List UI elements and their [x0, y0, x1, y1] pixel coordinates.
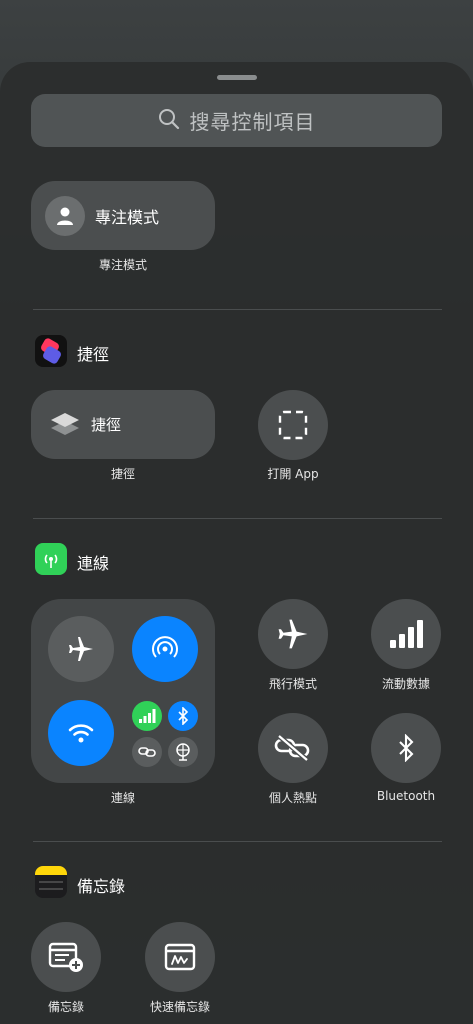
vpn-toggle-small[interactable]: [168, 737, 198, 767]
bluetooth-toggle-small[interactable]: [168, 701, 198, 731]
search-placeholder: 搜尋控制項目: [189, 110, 316, 134]
hotspot-link-icon: [274, 734, 310, 762]
wifi-icon: [68, 724, 94, 743]
airplane-mode-button[interactable]: [258, 599, 328, 669]
focus-tile-label: 專注模式: [95, 207, 160, 227]
shortcuts-section-title: 捷徑: [77, 345, 110, 364]
connectivity-caption: 連線: [110, 791, 136, 805]
airplane-icon: [278, 619, 308, 649]
airplane-mode-caption: 飛行模式: [268, 677, 318, 691]
cellular-toggle-small[interactable]: [132, 701, 162, 731]
open-app-caption: 打開 App: [267, 467, 319, 481]
cellular-data-caption: 流動數據: [381, 677, 431, 691]
focus-mode-tile[interactable]: 專注模式: [31, 181, 215, 250]
shortcut-tile[interactable]: 捷徑: [31, 390, 215, 459]
open-app-icon: [278, 410, 308, 440]
shortcuts-layers-icon: [47, 407, 83, 443]
note-add-icon: [48, 942, 83, 972]
airplane-icon: [69, 637, 93, 661]
connectivity-app-icon: [35, 543, 67, 575]
divider: [33, 309, 442, 310]
cellular-signal-icon: [139, 709, 156, 723]
shortcut-caption: 捷徑: [110, 467, 136, 481]
personal-hotspot-caption: 個人熱點: [268, 791, 318, 805]
connectivity-section-title: 連線: [77, 554, 110, 573]
globe-icon: [176, 743, 190, 761]
link-icon: [138, 747, 156, 757]
person-icon: [45, 195, 85, 236]
hotspot-toggle-small[interactable]: [132, 737, 162, 767]
bluetooth-icon: [178, 707, 189, 725]
cellular-signal-icon: [390, 620, 423, 648]
airplane-toggle-small[interactable]: [48, 616, 114, 682]
shortcut-tile-label: 捷徑: [91, 416, 122, 434]
sheet-grabber[interactable]: [217, 75, 257, 80]
notes-section-title: 備忘錄: [77, 877, 126, 896]
quick-note-button[interactable]: [145, 922, 215, 992]
bluetooth-button[interactable]: [371, 713, 441, 783]
airdrop-icon: [152, 636, 178, 658]
divider: [33, 841, 442, 842]
new-note-button[interactable]: [31, 922, 101, 992]
search-controls-field[interactable]: 搜尋控制項目: [31, 94, 442, 147]
airdrop-toggle[interactable]: [132, 616, 198, 682]
personal-hotspot-button[interactable]: [258, 713, 328, 783]
divider: [33, 518, 442, 519]
bluetooth-icon: [399, 734, 414, 762]
shortcuts-app-icon: [35, 335, 67, 367]
quick-note-icon: [164, 943, 196, 971]
quick-note-caption: 快速備忘錄: [149, 1000, 211, 1014]
bluetooth-caption: Bluetooth: [376, 789, 436, 803]
search-icon: [158, 108, 180, 134]
new-note-caption: 備忘錄: [47, 1000, 85, 1014]
notes-app-icon: [35, 866, 67, 898]
open-app-button[interactable]: [258, 390, 328, 460]
wifi-toggle[interactable]: [48, 700, 114, 766]
focus-caption: 專注模式: [98, 258, 148, 272]
cellular-data-button[interactable]: [371, 599, 441, 669]
